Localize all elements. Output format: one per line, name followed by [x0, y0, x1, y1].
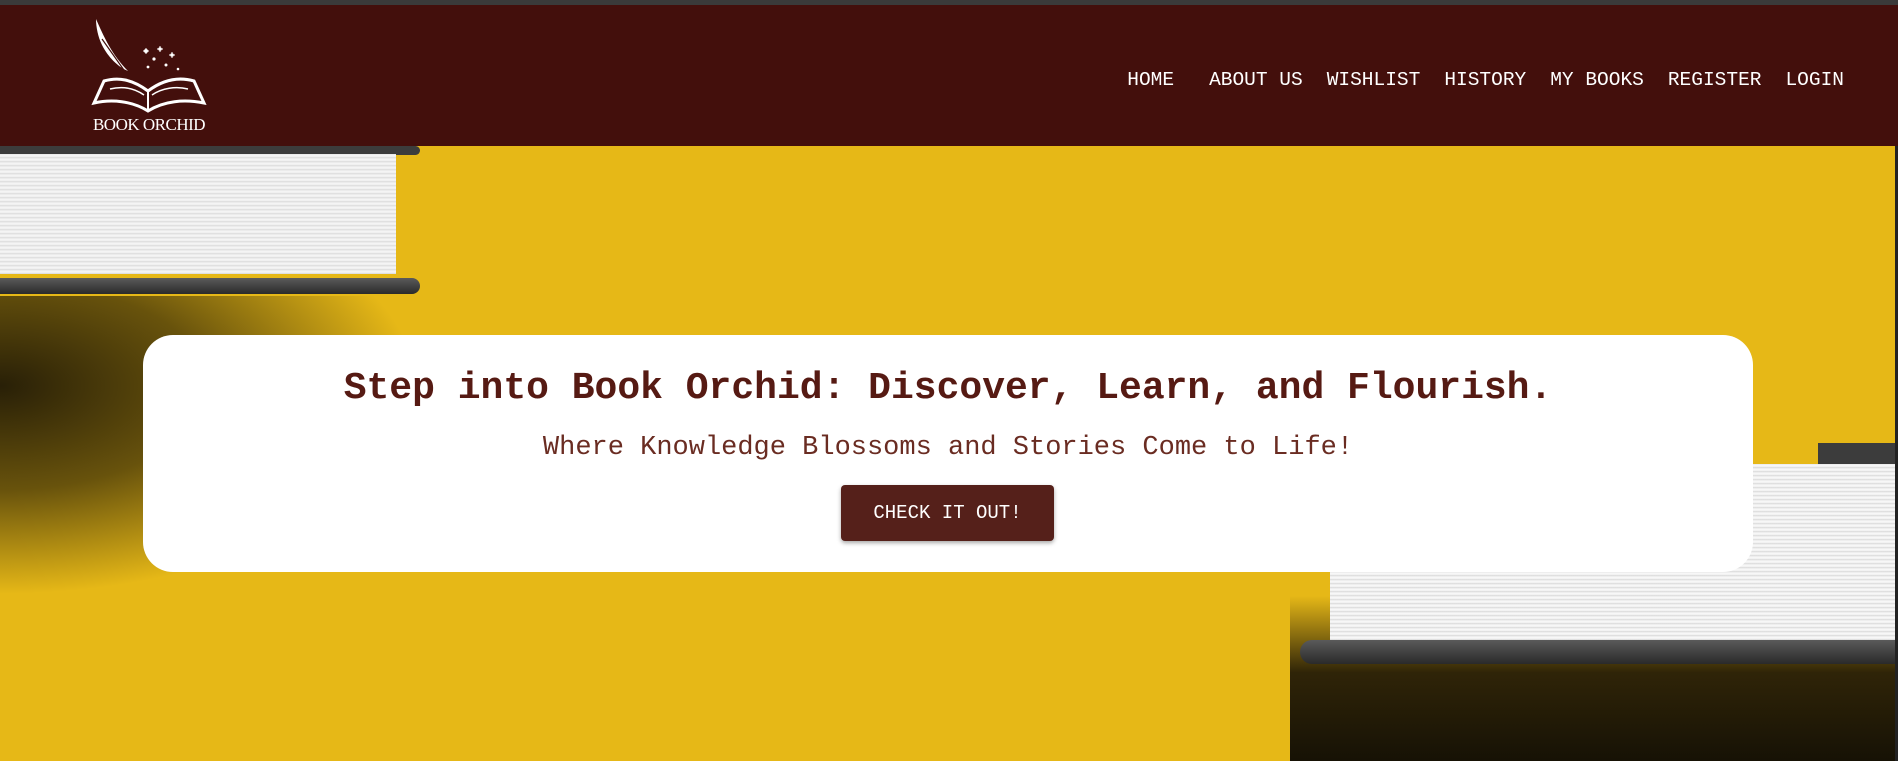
nav-home[interactable]: HOME	[1127, 69, 1174, 91]
check-it-out-button[interactable]: CHECK IT OUT!	[841, 485, 1054, 541]
nav-login[interactable]: LOGIN	[1785, 69, 1844, 91]
hero-subtitle: Where Knowledge Blossoms and Stories Com…	[542, 433, 1354, 463]
book-left-pages	[0, 154, 396, 274]
hero-card: Step into Book Orchid: Discover, Learn, …	[143, 335, 1753, 572]
site-header: BOOK ORCHID HOME ABOUT US WISHLIST HISTO…	[0, 5, 1898, 146]
nav-history[interactable]: HISTORY	[1444, 69, 1526, 91]
brand-logo[interactable]: BOOK ORCHID	[88, 19, 210, 135]
hero-title: Step into Book Orchid: Discover, Learn, …	[343, 367, 1553, 410]
nav-about-us[interactable]: ABOUT US	[1209, 69, 1303, 91]
page-bottom	[0, 761, 1898, 782]
nav-register[interactable]: REGISTER	[1668, 69, 1762, 91]
book-left-back-cover	[0, 278, 420, 294]
main-nav: HOME ABOUT US WISHLIST HISTORY MY BOOKS …	[1103, 65, 1844, 95]
book-right-cover	[1818, 443, 1895, 465]
book-right-back-cover	[1300, 640, 1895, 664]
nav-wishlist[interactable]: WISHLIST	[1327, 69, 1421, 91]
brand-name: BOOK ORCHID	[92, 115, 206, 134]
open-book-quill-icon	[91, 19, 207, 113]
nav-my-books[interactable]: MY BOOKS	[1550, 69, 1644, 91]
